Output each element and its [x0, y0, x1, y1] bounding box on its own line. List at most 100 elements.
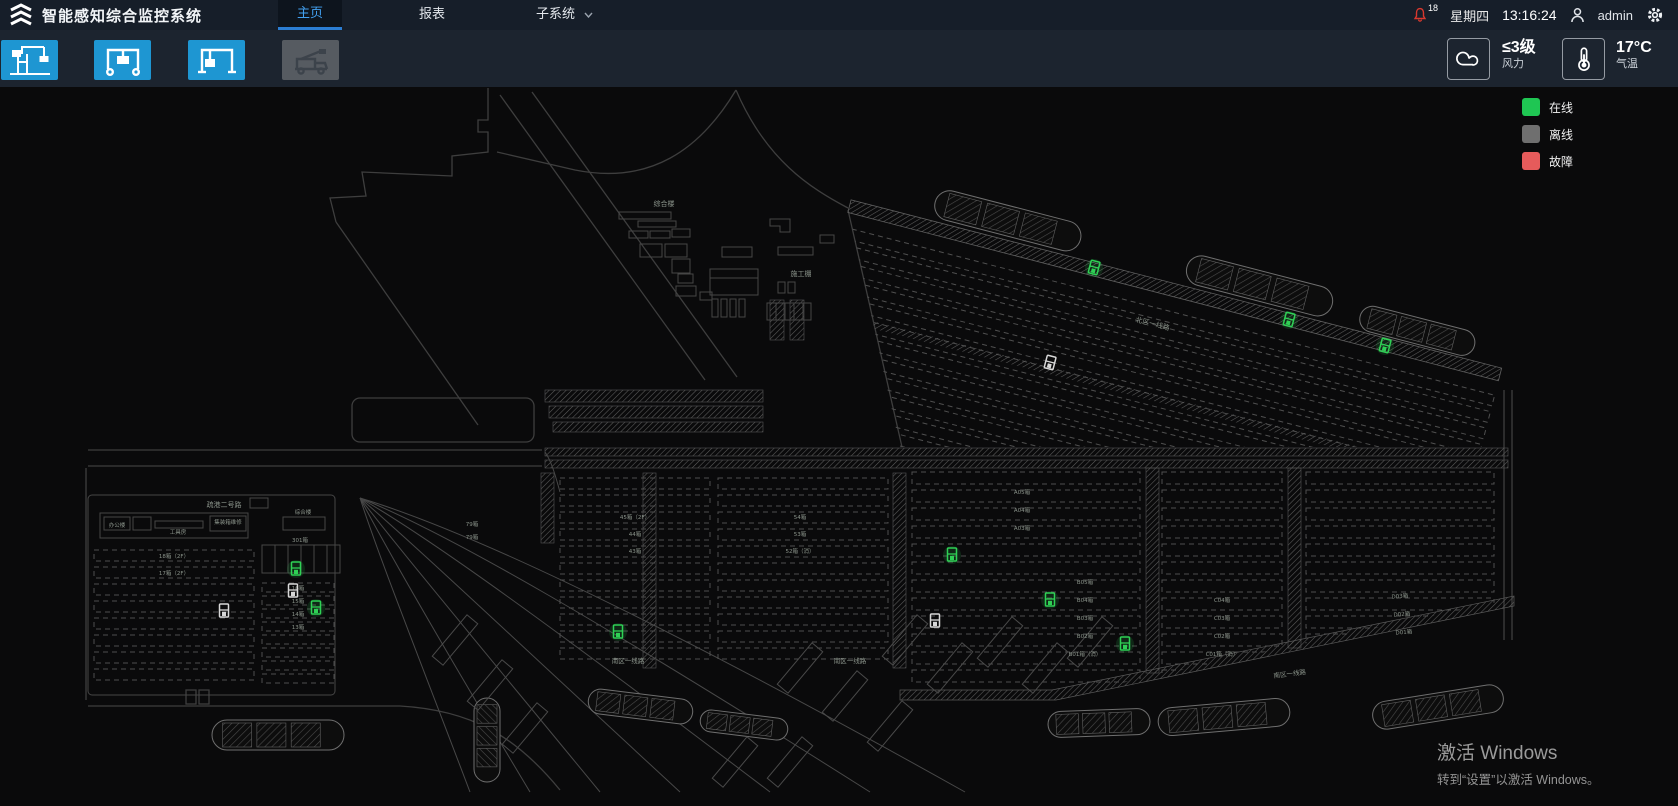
tab-reports[interactable]: 报表: [400, 0, 464, 30]
yard-rows: [262, 583, 334, 683]
rail-platform: [927, 643, 972, 693]
map-label: D03箱: [1391, 591, 1409, 600]
yard-rows: [912, 472, 1140, 682]
container-truck-icon: [289, 43, 333, 77]
username: admin: [1598, 8, 1633, 23]
map-label: 17箱（2F）: [159, 569, 189, 577]
legend-item: 故障: [1522, 152, 1573, 170]
watermark-line1: 激活 Windows: [1437, 738, 1600, 765]
map-label: 15箱: [292, 597, 305, 605]
map-label: 13箱: [292, 623, 305, 631]
ship: [1157, 697, 1291, 736]
quay-crane-button[interactable]: [1, 40, 58, 80]
chevron-down-icon: [584, 0, 593, 28]
equipment-marker-online[interactable]: [609, 623, 627, 641]
map-label: B04箱: [1077, 596, 1094, 604]
container-truck-button[interactable]: [282, 40, 339, 80]
notifications-button[interactable]: 18: [1413, 7, 1437, 23]
equipment-marker-offline[interactable]: [1044, 355, 1056, 370]
rail-platform: [822, 671, 867, 721]
rtg-crane-button[interactable]: [94, 40, 151, 80]
map-label: 工具房: [170, 528, 187, 536]
map-label: 45箱（2F）: [620, 513, 650, 521]
yard-rows: [94, 550, 254, 680]
legend-label: 在线: [1549, 99, 1573, 116]
thermometer-icon: [1570, 45, 1598, 73]
map-label: 14箱: [292, 610, 305, 618]
map-label: 综合楼: [654, 199, 675, 208]
ship: [212, 720, 344, 750]
wind-label: 风力: [1502, 57, 1536, 71]
map-label: 79箱: [466, 533, 479, 541]
map-label: 南区一线路: [834, 656, 867, 665]
map-label: C03箱: [1214, 614, 1231, 622]
map-label: 18箱（2F）: [159, 552, 189, 560]
map-label: 52箱（消）: [786, 547, 815, 555]
temp-label: 气温: [1616, 57, 1652, 71]
map-label: A05箱: [1014, 488, 1031, 496]
map-label: B05箱: [1077, 578, 1094, 586]
map-label: C04箱: [1214, 596, 1231, 604]
port-map[interactable]: 北区一线路疏港二号路南区一线路南区一线路南区一线路综合楼施工棚办公楼工具房集装箱…: [0, 85, 1678, 806]
equipment-marker-online[interactable]: [307, 599, 325, 617]
map-label: A03箱: [1014, 524, 1031, 532]
wind-icon: [1455, 45, 1483, 73]
rail-platform: [502, 703, 547, 753]
ship: [1048, 708, 1151, 738]
settings-gear-icon[interactable]: [1646, 6, 1664, 24]
map-label: 54箱: [794, 513, 807, 521]
map-label: 53箱: [794, 530, 807, 538]
header-bar: 智能感知综合监控系统 主页 报表 子系统 18 星期四 13:16:24 adm…: [0, 0, 1678, 30]
tab-subsystems-label: 子系统: [536, 6, 575, 21]
legend-item: 离线: [1522, 125, 1573, 143]
rail-platform: [1022, 643, 1067, 693]
map-label: 79箱: [466, 520, 479, 528]
tab-home[interactable]: 主页: [278, 0, 342, 30]
rail-fan: [360, 452, 965, 792]
rtg-crane-icon: [101, 43, 145, 77]
map-label: 疏港二号路: [207, 500, 242, 509]
tab-subsystems[interactable]: 子系统: [522, 0, 607, 30]
equipment-marker-online[interactable]: [1041, 591, 1059, 609]
ship: [587, 688, 694, 726]
map-label: C01箱（消）: [1206, 650, 1239, 658]
rmg-crane-button[interactable]: [188, 40, 245, 80]
map-label: B03箱: [1077, 614, 1094, 622]
map-label: C02箱: [1214, 632, 1231, 640]
bell-icon: [1413, 7, 1427, 23]
coastline: [86, 88, 1512, 790]
map-label: 北区一线路: [1135, 315, 1171, 332]
app-logo-icon: [8, 2, 34, 28]
legend-swatch: [1522, 98, 1540, 116]
road-strips: [541, 300, 1508, 673]
equipment-marker-offline[interactable]: [220, 604, 229, 617]
windows-activation-watermark: 激活 Windows 转到“设置”以激活 Windows。: [1437, 738, 1600, 788]
legend: 在线离线故障: [1522, 98, 1573, 179]
map-label: 43箱: [629, 547, 642, 555]
legend-label: 故障: [1549, 153, 1573, 170]
rail-platform: [767, 737, 812, 787]
map-label: 集装箱维修: [214, 518, 242, 526]
map-label: B01箱（消）: [1069, 650, 1102, 658]
rail-platform: [977, 617, 1022, 667]
temp-widget-box: [1562, 38, 1605, 80]
equipment-marker-online[interactable]: [287, 560, 305, 578]
map-label: 301箱: [292, 536, 308, 544]
header-right: 18 星期四 13:16:24 admin: [1413, 0, 1664, 30]
rail-platform: [712, 737, 757, 787]
map-label: 施工棚: [791, 269, 812, 278]
weekday-label: 星期四: [1450, 6, 1489, 25]
equipment-marker-online[interactable]: [1116, 635, 1134, 653]
rail-platform: [867, 701, 912, 751]
map-label: 办公楼: [109, 521, 126, 529]
yard-rows: [560, 478, 710, 659]
south-quay: [900, 596, 1514, 700]
ship: [699, 709, 789, 742]
temp-value: 17°C: [1616, 38, 1652, 57]
app-title: 智能感知综合监控系统: [42, 5, 202, 26]
map-label: 南区一线路: [612, 656, 645, 665]
map-label: D02箱: [1393, 609, 1411, 618]
equipment-marker-online[interactable]: [943, 546, 961, 564]
equipment-toolbar: ≤3级 风力 17°C 气温: [0, 30, 1678, 87]
watermark-line2: 转到“设置”以激活 Windows。: [1437, 769, 1600, 788]
